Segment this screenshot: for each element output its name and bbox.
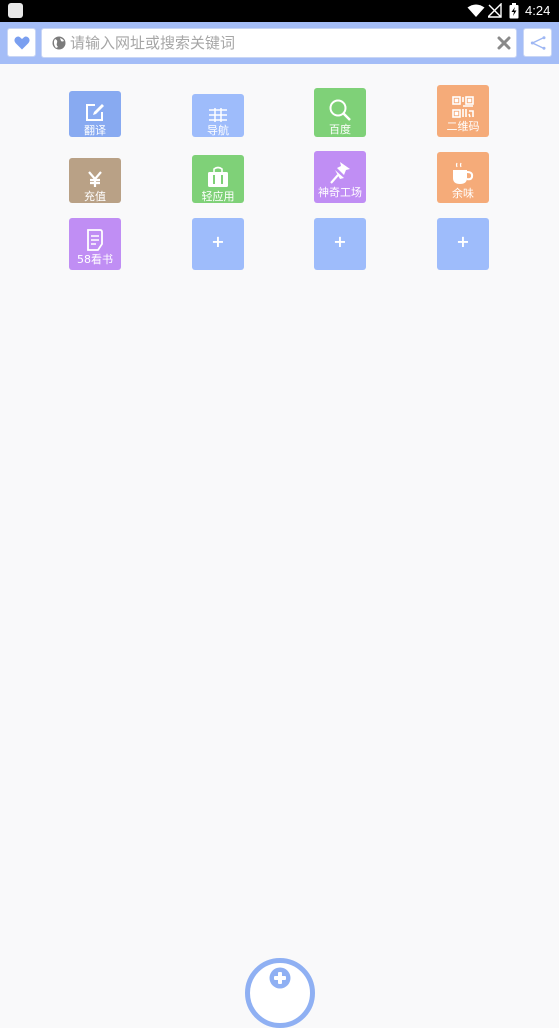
book-icon — [85, 228, 105, 252]
status-bar: 4:24 — [0, 0, 559, 22]
add-icon: + — [333, 232, 347, 251]
pin-icon — [329, 161, 351, 185]
add-icon: + — [211, 232, 225, 251]
tile-label: 神奇工场 — [318, 186, 362, 199]
app-icon — [8, 3, 23, 18]
add-circle-icon — [269, 967, 291, 989]
tile-label: 翻译 — [84, 124, 106, 137]
tile-label: 充值 — [84, 190, 106, 203]
tile-light-app[interactable]: 轻应用 — [192, 155, 244, 203]
bottom-menu-button[interactable] — [245, 958, 315, 1028]
browser-toolbar — [0, 22, 559, 64]
url-search-input[interactable] — [70, 32, 490, 54]
list-icon — [207, 104, 229, 123]
tile-label: 百度 — [329, 123, 351, 136]
tile-qrcode[interactable]: 二维码 — [437, 85, 489, 137]
globe-icon — [52, 36, 66, 50]
share-icon — [530, 35, 545, 50]
favorite-button[interactable] — [7, 28, 36, 57]
add-shortcut-button[interactable]: + — [314, 218, 366, 270]
search-icon — [328, 98, 352, 122]
tile-label: 二维码 — [446, 120, 480, 133]
qrcode-icon — [451, 95, 475, 119]
no-signal-icon — [488, 3, 502, 18]
heart-icon — [13, 36, 30, 49]
tile-navigation[interactable]: 导航 — [192, 94, 244, 137]
tile-magic-workshop[interactable]: 神奇工场 — [314, 151, 366, 203]
tile-58-books[interactable]: 58看书 — [69, 218, 121, 270]
bag-icon — [206, 165, 230, 189]
tile-recharge[interactable]: 充值 — [69, 158, 121, 203]
wifi-icon — [467, 4, 485, 17]
status-time: 4:24 — [525, 3, 551, 18]
tile-label: 导航 — [207, 124, 229, 137]
share-button[interactable] — [523, 28, 552, 57]
tile-translate[interactable]: 翻译 — [69, 91, 121, 137]
edit-icon — [84, 101, 106, 123]
add-shortcut-button[interactable]: + — [437, 218, 489, 270]
url-bar[interactable] — [41, 28, 517, 58]
add-icon: + — [456, 232, 470, 251]
tile-aftertaste[interactable]: 余味 — [437, 152, 489, 203]
tile-baidu[interactable]: 百度 — [314, 88, 366, 137]
battery-charging-icon — [509, 3, 519, 19]
cup-icon — [450, 162, 476, 186]
yen-icon — [86, 168, 104, 189]
close-icon[interactable] — [497, 36, 511, 50]
tile-label: 58看书 — [77, 253, 113, 266]
add-shortcut-button[interactable]: + — [192, 218, 244, 270]
tile-label: 轻应用 — [201, 190, 235, 203]
tile-label: 余味 — [452, 187, 474, 200]
